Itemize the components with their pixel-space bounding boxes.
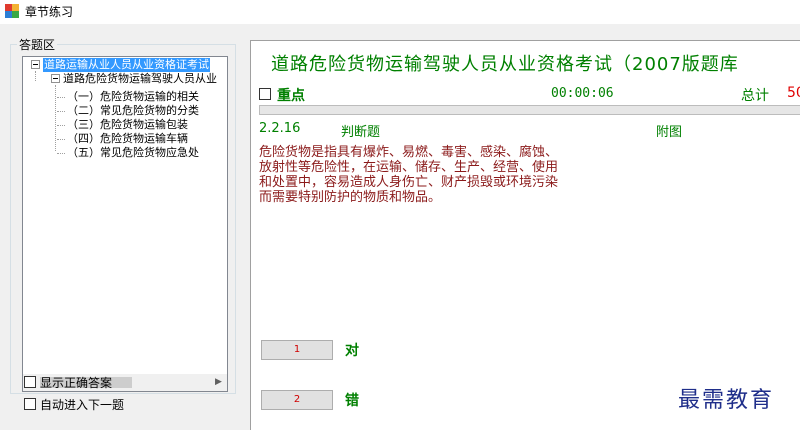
tree-item-label: （二）常见危险货物的分类 [67, 104, 199, 117]
question-text: 危险货物是指具有爆炸、易燃、毒害、感染、腐蚀、 放射性等危险性，在运输、储存、生… [259, 145, 639, 205]
tree-item-label: （五）常见危险货物应急处 [67, 146, 199, 159]
answer-area-title: 答题区 [17, 36, 58, 53]
keypoint-label: 重点 [277, 88, 305, 104]
auto-next-checkbox[interactable] [24, 398, 36, 410]
exam-panel: 道路危险货物运输驾驶人员从业资格考试（2007版题库 重点 00:00:06 总… [250, 40, 800, 430]
watermark-text: 最需教育 [678, 388, 775, 413]
title-bar: 章节练习 [0, 0, 800, 24]
chapter-tree[interactable]: 道路运输从业人员从业资格证考试 道路危险货物运输驾驶人员从业 （一）危险货物运输… [22, 56, 228, 392]
root-collapse-icon[interactable] [31, 60, 40, 69]
tree-item-label: （四）危险货物运输车辆 [67, 132, 188, 145]
scroll-right-icon[interactable]: ▶ [210, 374, 227, 391]
tree-item-chapter-1[interactable]: （一）危险货物运输的相关 [67, 90, 199, 104]
tree-item-category-label: 道路危险货物运输驾驶人员从业 [63, 72, 217, 85]
tree-item-label: （一）危险货物运输的相关 [67, 90, 199, 103]
tree-item-root[interactable]: 道路运输从业人员从业资格证考试 [43, 58, 210, 72]
tree-item-chapter-5[interactable]: （五）常见危险货物应急处 [67, 146, 199, 160]
total-label: 总计 [741, 88, 769, 104]
child-collapse-icon[interactable] [51, 74, 60, 83]
window-title: 章节练习 [25, 5, 74, 19]
answer-false-button[interactable]: 2 [261, 390, 333, 410]
answer-true-button[interactable]: 1 [261, 340, 333, 360]
keypoint-checkbox[interactable] [259, 88, 271, 100]
exam-status-row: 重点 00:00:06 总计 50 [259, 85, 800, 104]
work-area: 答题区 道路运输从业人员从业资格证考试 道路危险货物运输驾驶人员从业 （一）危险… [0, 24, 800, 430]
show-answer-checkbox[interactable] [24, 376, 36, 388]
question-line: 而需要特别防护的物质和物品。 [259, 190, 442, 205]
total-count: 50 [787, 85, 800, 101]
tree-item-category[interactable]: 道路危险货物运输驾驶人员从业 [63, 72, 217, 86]
tree-item-chapter-2[interactable]: （二）常见危险货物的分类 [67, 104, 199, 118]
question-type: 判断题 [341, 125, 381, 140]
tree-item-label: （三）危险货物运输包装 [67, 118, 188, 131]
answer-true-label: 对 [345, 343, 359, 359]
figure-link[interactable]: 附图 [656, 121, 682, 140]
auto-next-label: 自动进入下一题 [40, 398, 125, 412]
answer-false-label: 错 [345, 393, 359, 409]
question-line: 放射性等危险性，在运输、储存、生产、经营、使用 [259, 160, 559, 175]
question-number: 2.2.16 [259, 121, 301, 136]
tree-item-root-label: 道路运输从业人员从业资格证考试 [44, 58, 209, 71]
show-answer-label: 显示正确答案 [40, 376, 113, 390]
tree-item-chapter-4[interactable]: （四）危险货物运输车辆 [67, 132, 188, 146]
app-icon [5, 4, 19, 18]
elapsed-timer: 00:00:06 [551, 86, 614, 101]
progress-bar [259, 105, 800, 115]
exam-title: 道路危险货物运输驾驶人员从业资格考试（2007版题库 [271, 54, 739, 75]
question-line: 和处置中，容易造成人身伤亡、财产损毁或环境污染 [259, 175, 559, 190]
tree-item-chapter-3[interactable]: （三）危险货物运输包装 [67, 118, 188, 132]
question-line: 危险货物是指具有爆炸、易燃、毒害、感染、腐蚀、 [259, 145, 559, 160]
